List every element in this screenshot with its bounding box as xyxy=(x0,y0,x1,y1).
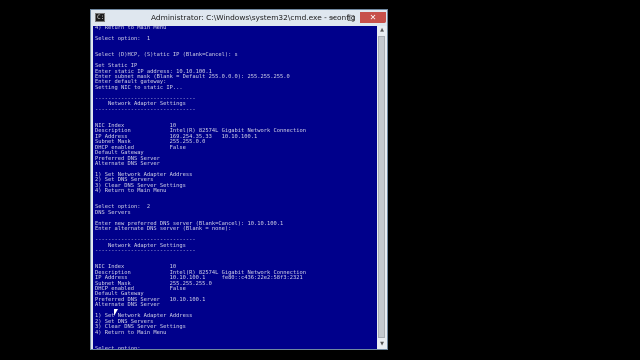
maximize-button[interactable]: □ xyxy=(342,12,360,23)
cmd-app-icon[interactable]: C:\ xyxy=(95,13,108,22)
minimize-button[interactable]: — xyxy=(324,12,342,23)
console-lines: 4) Return to Main Menu Select option: 1 Se… xyxy=(93,26,377,349)
title-bar[interactable]: C:\ Administrator: C:\Windows\system32\c… xyxy=(91,10,387,26)
scroll-thumb[interactable] xyxy=(378,36,385,338)
cmd-window: C:\ Administrator: C:\Windows\system32\c… xyxy=(90,9,388,350)
console-output[interactable]: 4) Return to Main Menu Select option: 1 Se… xyxy=(93,26,377,349)
vertical-scrollbar[interactable]: ▲ ▼ xyxy=(377,26,387,349)
console-line: Select option: _ xyxy=(95,345,147,349)
close-button[interactable]: ✕ xyxy=(360,12,386,23)
scroll-down-arrow-icon[interactable]: ▼ xyxy=(377,340,387,349)
scroll-up-arrow-icon[interactable]: ▲ xyxy=(377,26,387,35)
